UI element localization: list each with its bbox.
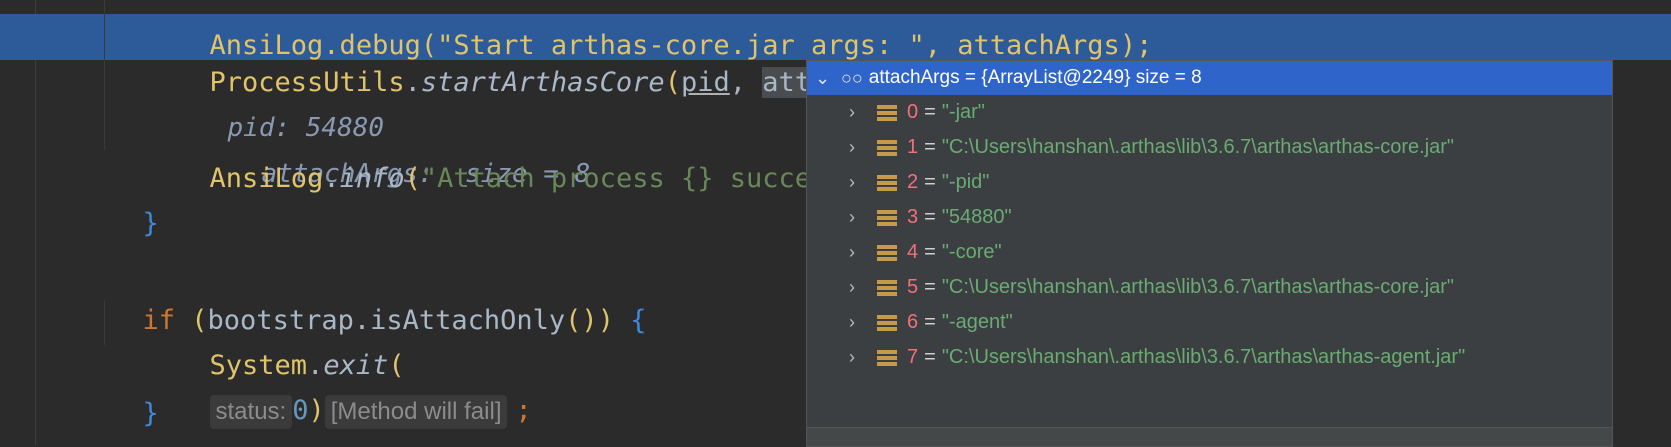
equals-sign: = <box>924 136 936 158</box>
equals-sign: = <box>924 311 936 333</box>
item-index: 0 <box>907 101 919 123</box>
equals-sign: = <box>924 171 936 193</box>
semicolon: ; <box>515 395 532 426</box>
item-index: 1 <box>907 136 919 158</box>
list-item-icon <box>877 138 897 157</box>
list-item[interactable]: › 6 = "-agent" <box>807 305 1612 340</box>
popup-footer <box>807 427 1612 446</box>
code-line-3[interactable]: AnsiLog.info("Attach process {} succe <box>177 111 812 194</box>
paren-close: ) <box>308 395 325 426</box>
closing-brace: } <box>142 398 159 429</box>
popup-header-row[interactable]: ⌄ ○○ attachArgs = {ArrayList@2249} size … <box>807 61 1612 95</box>
list-item-icon <box>877 173 897 192</box>
list-item[interactable]: › 3 = "54880" <box>807 200 1612 235</box>
equals-sign: = <box>924 206 936 228</box>
item-value: "-jar" <box>941 101 985 123</box>
list-item[interactable]: › 4 = "-core" <box>807 235 1612 270</box>
opening-brace: { <box>630 305 647 336</box>
chevron-right-icon[interactable]: › <box>849 207 877 228</box>
watch-glasses-icon: ○○ <box>841 67 863 88</box>
code-line-7[interactable]: System.exit( status: 0) [Method will fail]… <box>177 298 532 429</box>
item-index: 5 <box>907 276 919 298</box>
item-value: "-pid" <box>941 171 990 193</box>
chevron-right-icon[interactable]: › <box>849 242 877 263</box>
comma: , <box>729 67 763 98</box>
equals-sign: = <box>924 346 936 368</box>
chevron-right-icon[interactable]: › <box>849 172 877 193</box>
dot: . <box>404 67 421 98</box>
item-value: "C:\Users\hanshan\.arthas\lib\3.6.7\arth… <box>941 136 1455 158</box>
list-item[interactable]: › 1 = "C:\Users\hanshan\.arthas\lib\3.6.7\… <box>807 130 1612 165</box>
popup-header-label: attachArgs = {ArrayList@2249} size = 8 <box>868 67 1202 88</box>
code-line-4[interactable]: } <box>110 156 159 239</box>
list-item[interactable]: › 5 = "C:\Users\hanshan\.arthas\lib\3.6.7\… <box>807 270 1612 305</box>
chevron-right-icon[interactable]: › <box>849 312 877 333</box>
debug-value-popup[interactable]: ⌄ ○○ attachArgs = {ArrayList@2249} size … <box>806 60 1613 447</box>
chevron-right-icon[interactable]: › <box>849 102 877 123</box>
item-value: "C:\Users\hanshan\.arthas\lib\3.6.7\arth… <box>941 276 1455 298</box>
item-value: "54880" <box>941 206 1012 228</box>
method-name: startArthasCore <box>420 67 665 98</box>
closing-brace: } <box>142 208 159 239</box>
dot: . <box>323 163 340 194</box>
paren: ( <box>388 350 405 381</box>
item-value: "-core" <box>941 241 1002 263</box>
equals-sign: = <box>924 101 936 123</box>
item-value: "C:\Users\hanshan\.arthas\lib\3.6.7\arth… <box>941 346 1466 368</box>
editor-gutter[interactable] <box>0 0 36 445</box>
number-literal: 0 <box>292 395 309 426</box>
list-item-icon <box>877 313 897 332</box>
method-name: exit <box>323 350 389 381</box>
list-item-icon <box>877 243 897 262</box>
list-item[interactable]: › 2 = "-pid" <box>807 165 1612 200</box>
equals-sign: = <box>924 276 936 298</box>
method-name: info <box>339 163 405 194</box>
keyword-if: if <box>142 305 176 336</box>
item-value: "-agent" <box>941 311 1013 333</box>
item-index: 6 <box>907 311 919 333</box>
arg-pid[interactable]: pid <box>681 67 730 98</box>
indent-guide <box>104 300 105 345</box>
item-index: 7 <box>907 346 919 368</box>
list-item-icon <box>877 103 897 122</box>
method-fail-hint: [Method will fail] <box>324 395 508 429</box>
paren: ( <box>664 67 681 98</box>
code-line-1[interactable]: ProcessUtils.startArthasCore(pid, attach… <box>177 15 957 189</box>
equals-sign: = <box>924 241 936 263</box>
list-item-icon <box>877 348 897 367</box>
string-literal: "Attach process {} succe <box>420 163 812 194</box>
class-name: System <box>209 350 308 381</box>
list-item[interactable]: › 7 = "C:\Users\hanshan\.arthas\lib\3.6.7\… <box>807 340 1612 375</box>
item-index: 3 <box>907 206 919 228</box>
chevron-right-icon[interactable]: › <box>849 137 877 158</box>
class-name: ProcessUtils <box>209 67 405 98</box>
list-item-icon <box>877 278 897 297</box>
chevron-down-icon[interactable]: ⌄ <box>815 68 841 89</box>
code-line-8[interactable]: } <box>110 346 159 429</box>
paren-close: ) <box>597 305 631 336</box>
call-parens: () <box>565 305 598 336</box>
paren: ( <box>404 163 421 194</box>
item-index: 4 <box>907 241 919 263</box>
code-line-6[interactable]: if (bootstrap.isAttachOnly()) { <box>110 253 647 336</box>
dot: . <box>307 350 324 381</box>
chevron-right-icon[interactable]: › <box>849 277 877 298</box>
list-item[interactable]: › 0 = "-jar" <box>807 95 1612 130</box>
parameter-hint-status: status: <box>209 395 293 429</box>
list-item-icon <box>877 208 897 227</box>
chevron-right-icon[interactable]: › <box>849 347 877 368</box>
indent-guide <box>104 0 105 150</box>
item-index: 2 <box>907 171 919 193</box>
class-name: AnsiLog <box>209 163 324 194</box>
